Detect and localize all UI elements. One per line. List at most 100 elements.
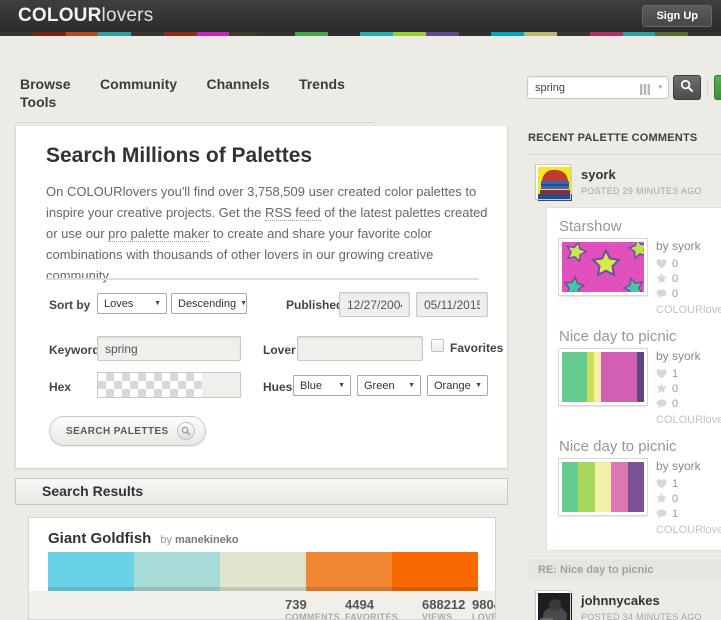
lover-input[interactable]: [297, 336, 423, 361]
username-link[interactable]: syork: [581, 167, 702, 182]
nav-item-channels[interactable]: Channels: [206, 76, 269, 92]
sort-select[interactable]: Loves ▼: [97, 293, 167, 314]
favorites-checkbox[interactable]: [431, 339, 444, 352]
favorites-count: 0: [656, 381, 721, 396]
palette-source: COLOURlovers.co: [656, 414, 721, 426]
loves-count: 1: [656, 366, 721, 381]
pro-palette-maker-link[interactable]: pro palette maker: [108, 226, 210, 242]
nav-item-tools[interactable]: Tools: [20, 94, 56, 110]
palette-thumbnail[interactable]: [558, 348, 648, 406]
search-palettes-label: SEARCH PALETTES: [66, 425, 169, 437]
transparency-checker: [98, 373, 202, 397]
palette-thumbnail[interactable]: [558, 458, 648, 516]
palette-name-link[interactable]: Giant Goldfish: [48, 530, 151, 547]
re-subject-line[interactable]: RE: Nice day to picnic: [528, 559, 721, 581]
comment-bubble-icon: [656, 398, 667, 408]
sidebar-palette-title[interactable]: Starshow: [559, 218, 721, 235]
comments-count: 0: [656, 396, 721, 411]
divider: [46, 278, 479, 280]
palette-color-stripe: [0, 32, 721, 36]
heart-icon: [656, 368, 667, 378]
sidebar-palette-title[interactable]: Nice day to picnic: [559, 328, 721, 345]
posted-timestamp: POSTED 34 MINUTES AGO: [581, 612, 702, 620]
caret-down-icon[interactable]: ▾: [658, 83, 662, 91]
palette-author-link[interactable]: manekineko: [175, 534, 239, 546]
recent-comments-sidebar: RECENT PALETTE COMMENTS syork POSTED 29 …: [528, 126, 721, 620]
page-title: Search Millions of Palettes: [46, 144, 313, 167]
sidebar-palette-title[interactable]: Nice day to picnic: [559, 438, 721, 455]
stat-label: LOVES: [472, 612, 495, 620]
sidebar-palette-item: Nice day to picnic by syork 1 0 1 COLOUR…: [558, 438, 721, 536]
by-label: by: [160, 534, 172, 546]
rss-feed-link[interactable]: RSS feed: [264, 205, 321, 221]
order-select[interactable]: Descending ▼: [171, 293, 247, 314]
search-submit-button[interactable]: [673, 75, 701, 100]
count: 1: [672, 507, 679, 520]
stat-views: 688212 VIEWS: [422, 597, 465, 620]
nav-item-trends[interactable]: Trends: [299, 76, 345, 92]
search-palettes-button[interactable]: SEARCH PALETTES: [49, 416, 206, 446]
palette-stats: 739 COMMENTS 4494 FAVORITES 688212 VIEWS 98…: [29, 591, 495, 620]
palette-row: by syork 0 0 0 COLOURlovers.co: [558, 238, 721, 316]
comment-body: Starshow by syork 0 0 0 COLOURlove Nice …: [546, 207, 721, 551]
magnifier-icon: [176, 422, 195, 440]
count: 0: [672, 382, 679, 395]
comment-header: syork POSTED 29 MINUTES AGO: [535, 164, 721, 201]
search-type-icon[interactable]: [640, 82, 650, 100]
star-icon: [656, 493, 667, 503]
hue-select-2[interactable]: Green ▼: [357, 375, 421, 396]
logo-light-text: lovers: [101, 5, 154, 26]
green-action-button[interactable]: [714, 75, 721, 100]
stat-comments: 739 COMMENTS: [285, 597, 340, 620]
caret-down-icon: ▼: [338, 382, 345, 389]
avatar-johnnycakes[interactable]: [535, 590, 572, 620]
divider: [707, 77, 708, 98]
count: 1: [672, 477, 679, 490]
caret-down-icon: ▼: [154, 300, 161, 307]
caret-down-icon: ▼: [475, 382, 482, 389]
hue1-value: Blue: [300, 379, 323, 392]
stat-favorites: 4494 FAVORITES: [345, 597, 398, 619]
published-label: Published: [286, 298, 344, 312]
stat-label: COMMENTS: [285, 612, 340, 620]
keyword-input[interactable]: [97, 336, 241, 361]
count: 0: [672, 257, 679, 270]
avatar-syork[interactable]: [535, 164, 572, 201]
hue-select-1[interactable]: Blue ▼: [293, 375, 351, 396]
hex-input[interactable]: [97, 372, 241, 398]
magnifier-icon: [680, 79, 694, 96]
published-from-input[interactable]: [339, 292, 410, 317]
palette-row: by syork 1 0 1 COLOURlovers.co: [558, 458, 721, 536]
stat-loves: 9804LOVES: [472, 597, 495, 620]
signup-button[interactable]: Sign Up: [642, 5, 712, 27]
loves-count: 1: [656, 476, 721, 491]
sort-select-value: Loves: [104, 297, 134, 310]
palette-thumbnail-starshow[interactable]: [558, 238, 648, 296]
stat-label: VIEWS: [422, 612, 453, 620]
order-select-value: Descending: [178, 297, 237, 310]
comment-user-info: syork POSTED 29 MINUTES AGO: [581, 165, 702, 199]
logo-bold-text: COLOUR: [18, 5, 102, 26]
hex-label: Hex: [49, 380, 72, 394]
palette-meta: by syork 1 0 1 COLOURlovers.co: [656, 459, 721, 536]
loves-count: 0: [656, 256, 721, 271]
search-results-header: Search Results: [15, 478, 508, 505]
palette-search-panel: Search Millions of Palettes On COLOURlov…: [15, 125, 508, 469]
published-to-input[interactable]: [416, 292, 488, 317]
username-link[interactable]: johnnycakes: [581, 593, 702, 608]
heart-icon: [656, 258, 667, 268]
nav-item-browse[interactable]: Browse: [20, 76, 71, 92]
hues-label: Hues: [263, 380, 293, 394]
comment-user-info: johnnycakes POSTED 34 MINUTES AGO: [581, 591, 702, 620]
intro-paragraph: On COLOURlovers you'll find over 3,758,5…: [46, 181, 495, 286]
nav-item-community[interactable]: Community: [100, 76, 177, 92]
hue-select-3[interactable]: Orange ▼: [427, 375, 488, 396]
star-icon: [656, 273, 667, 283]
main-nav: Browse Community Channels Trends Tools: [15, 76, 373, 123]
palette-result-card: Giant Goldfish by manekineko 739 COMMENTS…: [28, 517, 496, 620]
palette-color-bar[interactable]: [48, 552, 478, 591]
lover-label: Lover: [263, 343, 296, 357]
logo[interactable]: COLOURlovers: [18, 5, 153, 27]
search-input[interactable]: [528, 77, 620, 98]
comment-bubble-icon: [656, 288, 667, 298]
